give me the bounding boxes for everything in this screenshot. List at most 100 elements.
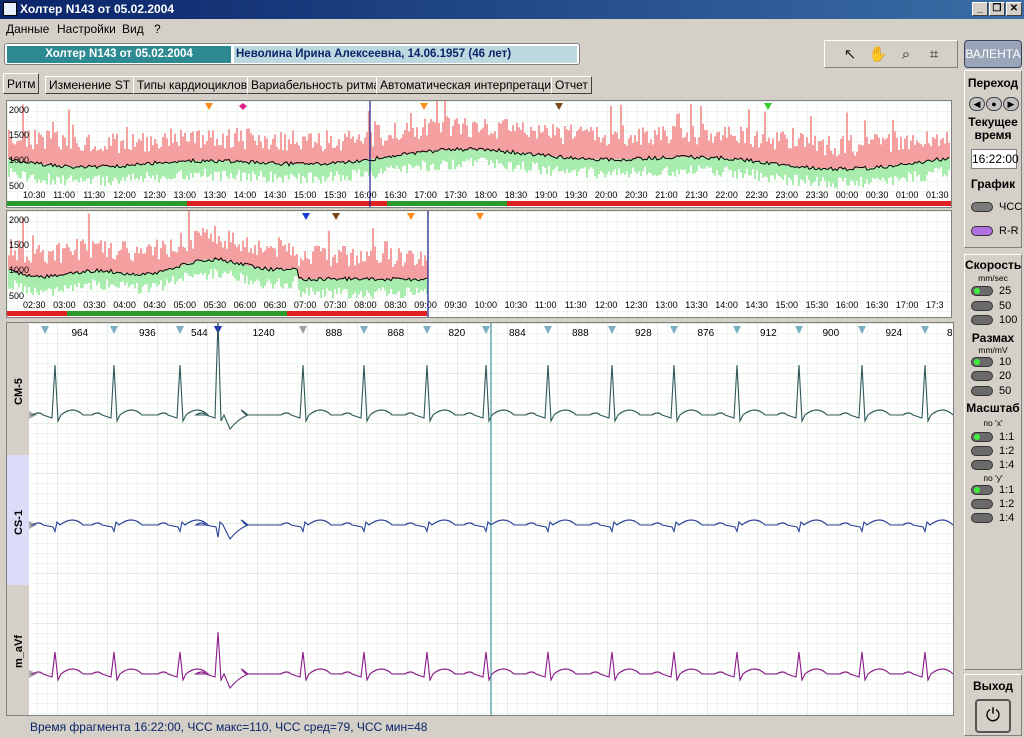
trend-x-tick: 03:30 — [83, 300, 106, 310]
scale-x-1-2[interactable]: 1:2 — [971, 445, 1023, 457]
trend-x-tick: 17:00 — [896, 300, 919, 310]
power-icon[interactable]: ⏻ — [975, 699, 1011, 733]
hr-trend-chart-2[interactable]: 2000 1500 1000 500 02:30 03:00 03:30 04:00 04:3… — [6, 204, 952, 318]
tab-st-change[interactable]: Изменение ST — [45, 76, 135, 94]
trend-x-tick: 23:30 — [806, 190, 829, 200]
trend-x-tick: 00:30 — [866, 190, 889, 200]
speed-title: Скорость — [965, 258, 1022, 272]
scale-x-1-1[interactable]: 1:1 — [971, 431, 1023, 443]
zoom-icon[interactable]: ⌕ — [895, 45, 917, 65]
trend-x-tick: 20:30 — [625, 190, 648, 200]
status-bar: Время фрагмента 16:22:00, ЧСС макс=110, … — [0, 718, 960, 738]
crop-icon[interactable]: ⌗ — [923, 45, 945, 65]
trend-x-tick: 00:00 — [836, 190, 859, 200]
speed-25[interactable]: 25 — [971, 285, 1023, 297]
trend-x-tick: 08:00 — [354, 300, 377, 310]
brand-button[interactable]: ВАЛЕНТА — [964, 40, 1022, 68]
scale-x-1-4[interactable]: 1:4 — [971, 459, 1023, 471]
rr-interval-label: 936 — [139, 328, 156, 339]
time-title: Текущее время — [968, 115, 1018, 142]
scale-x-title: по 'x' — [983, 418, 1003, 428]
menu-help[interactable]: ? — [154, 22, 161, 36]
amp-50[interactable]: 50 — [971, 385, 1023, 397]
rr-interval-label: 928 — [635, 328, 652, 339]
maximize-button[interactable]: ❐ — [989, 2, 1005, 16]
menu-view[interactable]: Вид — [122, 22, 144, 36]
trend-x-tick: 13:00 — [655, 300, 678, 310]
lead-label-mavf: m_aVf — [13, 635, 25, 668]
scale-y-1-4[interactable]: 1:4 — [971, 512, 1023, 524]
trend-x-tick: 06:00 — [234, 300, 257, 310]
trend-x-tick: 15:30 — [806, 300, 829, 310]
menu-data[interactable]: Данные — [6, 22, 49, 36]
trend-x-tick: 04:00 — [113, 300, 136, 310]
rr-interval-label: 8 — [947, 328, 953, 339]
amp-unit: mm/mV — [978, 345, 1008, 355]
pointer-icon[interactable]: ↖ — [839, 45, 861, 65]
trend-y-tick: 1500 — [9, 130, 29, 140]
scale-title: Масштаб — [966, 401, 1020, 415]
trend-x-tick: 05:30 — [204, 300, 227, 310]
minimize-button[interactable]: _ — [972, 2, 988, 16]
nav-prev-button[interactable]: ◀ — [969, 97, 985, 111]
menu-settings[interactable]: Настройки — [57, 22, 116, 36]
rr-interval-label: 884 — [509, 328, 526, 339]
study-title: Холтер N143 от 05.02.2004 — [7, 46, 231, 63]
trend-1-svg[interactable]: 2000 1500 1000 500 10:30 11:00 11:30 12:00 12:3… — [7, 100, 951, 207]
close-button[interactable]: ✕ — [1006, 2, 1022, 16]
graph-rr-option[interactable]: R-R — [971, 225, 1023, 237]
lead-label-cm5: CM-5 — [13, 378, 25, 405]
tab-report[interactable]: Отчет — [551, 76, 592, 94]
trend-2-svg[interactable]: 2000 1500 1000 500 02:30 03:00 03:30 04:00 04:3… — [7, 204, 951, 317]
trend-x-tick: 12:30 — [625, 300, 648, 310]
nav-section: Переход ◀ ● ▶ Текущее время 16:22:00 Гра… — [964, 70, 1022, 248]
tab-rhythm[interactable]: Ритм — [3, 73, 40, 94]
trend-x-tick: 19:30 — [565, 190, 588, 200]
trend-x-tick: 04:30 — [143, 300, 166, 310]
nav-next-button[interactable]: ▶ — [1003, 97, 1019, 111]
scale-y-1-1[interactable]: 1:1 — [971, 484, 1023, 496]
trend-x-tick: 17:3 — [926, 300, 944, 310]
trend-y-tick: 500 — [9, 181, 24, 191]
graph-title: График — [970, 177, 1016, 191]
speed-100[interactable]: 100 — [971, 314, 1023, 326]
trend-x-tick: 14:30 — [264, 190, 287, 200]
rr-interval-label: 544 — [191, 328, 208, 339]
nav-title: Переход — [967, 76, 1019, 90]
trend-y-tick: 2000 — [9, 105, 29, 115]
trend-x-tick: 13:00 — [174, 190, 197, 200]
tab-auto-interpretation[interactable]: Автоматическая интерпретация — [376, 76, 562, 94]
amp-20[interactable]: 20 — [971, 370, 1023, 382]
nav-stop-button[interactable]: ● — [986, 97, 1002, 111]
ecg-panel[interactable]: CM-5 CS-1 m_aVf 964 936 544 1240 888 868 820 88… — [6, 319, 954, 716]
patient-name: Неволина Ирина Алексеевна, 14.06.1957 (4… — [234, 46, 577, 63]
trend-x-tick: 11:00 — [535, 300, 557, 310]
amp-10[interactable]: 10 — [971, 356, 1023, 368]
trend-x-tick: 23:00 — [776, 190, 799, 200]
rr-interval-label: 888 — [572, 328, 589, 339]
trend-x-tick: 15:00 — [294, 190, 317, 200]
ecg-svg[interactable]: CM-5 CS-1 m_aVf 964 936 544 1240 888 868 820 88… — [7, 319, 954, 715]
patient-panel: Холтер N143 от 05.02.2004 Неволина Ирина… — [4, 43, 580, 65]
tab-rhythm-variability[interactable]: Вариабельность ритма — [247, 76, 385, 94]
rr-interval-label: 888 — [326, 328, 343, 339]
trend-x-tick: 10:00 — [475, 300, 498, 310]
current-time-field[interactable]: 16:22:00 — [971, 149, 1019, 169]
trend-x-tick: 07:00 — [294, 300, 317, 310]
right-control-panel: Переход ◀ ● ▶ Текущее время 16:22:00 Гра… — [962, 68, 1024, 738]
exit-section: Выход ⏻ — [964, 674, 1022, 736]
scale-y-1-2[interactable]: 1:2 — [971, 498, 1023, 510]
trend-x-tick: 09:30 — [444, 300, 467, 310]
status-text: Время фрагмента 16:22:00, ЧСС макс=110, … — [30, 720, 428, 734]
trend-x-tick: 13:30 — [204, 190, 227, 200]
graph-hr-option[interactable]: ЧСС — [971, 201, 1023, 213]
trend-x-tick: 05:00 — [174, 300, 197, 310]
tab-cycle-types[interactable]: Типы кардиоциклов — [133, 76, 252, 94]
hand-icon[interactable]: ✋ — [867, 45, 889, 65]
trend-x-tick: 18:00 — [475, 190, 498, 200]
speed-50[interactable]: 50 — [971, 300, 1023, 312]
hr-trend-chart-1[interactable]: 2000 1500 1000 500 10:30 11:00 11:30 12:00 12:3… — [6, 100, 952, 208]
amp-title: Размах — [971, 331, 1015, 345]
trend-y-tick: 1000 — [9, 155, 29, 165]
trend-x-tick: 21:00 — [655, 190, 678, 200]
